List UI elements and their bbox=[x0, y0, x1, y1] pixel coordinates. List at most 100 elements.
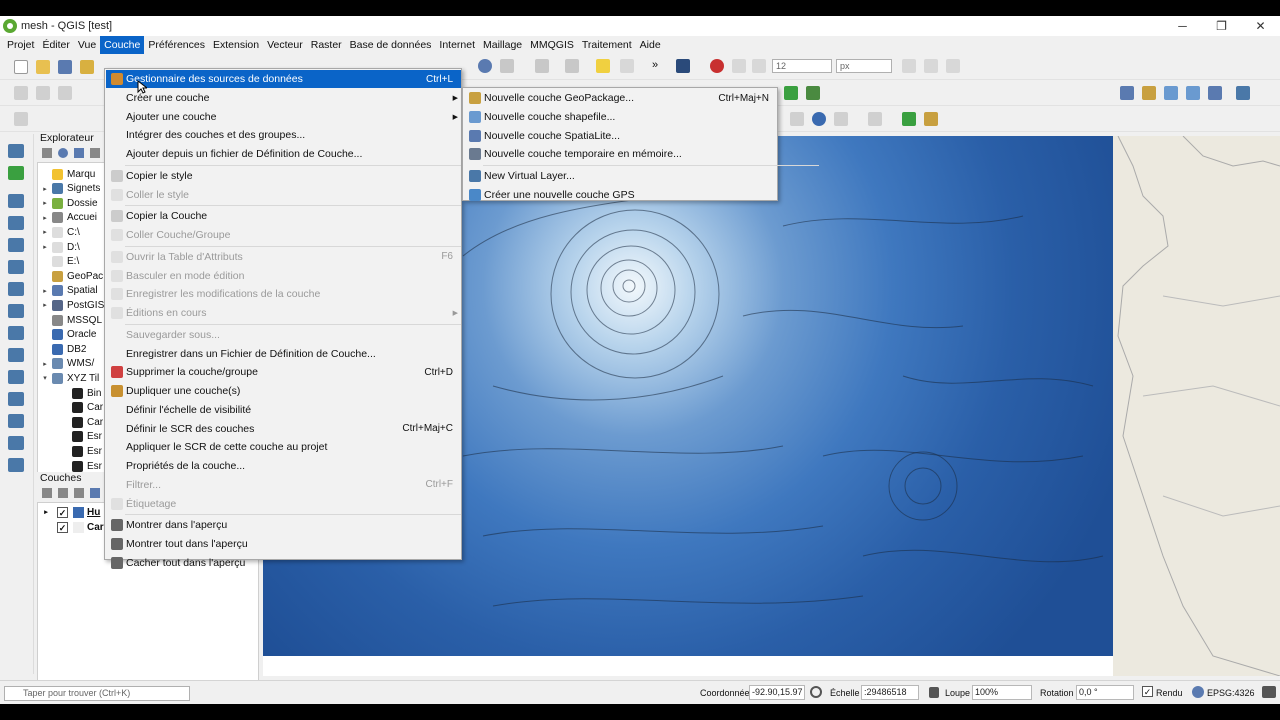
add-spatialite-icon[interactable] bbox=[8, 304, 24, 318]
unit-select[interactable]: px bbox=[836, 59, 892, 73]
menu-editer[interactable]: Éditer bbox=[38, 36, 73, 54]
add-group-icon[interactable] bbox=[58, 488, 68, 498]
add-wms-icon[interactable] bbox=[8, 370, 24, 384]
menu-raster[interactable]: Raster bbox=[307, 36, 346, 54]
save-project-icon[interactable] bbox=[58, 60, 72, 74]
collapse-icon[interactable] bbox=[90, 148, 100, 158]
attribute-table-icon[interactable] bbox=[620, 59, 634, 73]
expand-arrow-icon[interactable]: ▸ bbox=[40, 243, 50, 251]
coordinate-field[interactable]: -92.90,15.97 bbox=[749, 685, 805, 700]
identify-icon[interactable] bbox=[478, 59, 492, 73]
scale-field[interactable]: :29486518 bbox=[861, 685, 919, 700]
crs-button[interactable]: EPSG:4326 bbox=[1207, 688, 1255, 698]
tree-item[interactable]: E:\ bbox=[40, 255, 79, 269]
add-selected-icon[interactable] bbox=[42, 148, 52, 158]
digitize-icon[interactable] bbox=[710, 59, 724, 73]
measure-icon[interactable] bbox=[565, 59, 579, 73]
layer-filter-icon[interactable] bbox=[90, 488, 100, 498]
expand-arrow-icon[interactable]: ▸ bbox=[40, 360, 50, 368]
tree-item[interactable]: ▸ WMS/​ bbox=[40, 357, 94, 371]
menu-projet[interactable]: Projet bbox=[3, 36, 38, 54]
field-calc-icon[interactable] bbox=[596, 59, 610, 73]
tree-item[interactable]: Oracle bbox=[40, 328, 96, 342]
add-mssql-icon[interactable] bbox=[8, 348, 24, 362]
digitize-tool-icon[interactable] bbox=[14, 112, 28, 126]
label-tool-icon[interactable] bbox=[732, 59, 746, 73]
menu-item-gestionnaire-des-sources-de-donnees[interactable]: Gestionnaire des sources de données Ctrl+… bbox=[106, 70, 461, 88]
expand-arrow-icon[interactable]: ▸ bbox=[40, 228, 50, 236]
menu-item-nouvelle-couche-shapefile[interactable]: Nouvelle couche shapefile... bbox=[464, 108, 777, 126]
menu-preferences[interactable]: Préférences bbox=[144, 36, 209, 54]
menu-item-creer-une-nouvelle-couche-gps[interactable]: Créer une nouvelle couche GPS bbox=[464, 186, 777, 204]
add-wcs-icon[interactable] bbox=[8, 414, 24, 428]
maximize-button[interactable]: ❐ bbox=[1202, 16, 1241, 36]
expand-arrow-icon[interactable]: ▸ bbox=[40, 287, 50, 295]
vector-add-icon[interactable] bbox=[1164, 86, 1178, 100]
menu-item-nouvelle-couche-spatialite[interactable]: Nouvelle couche SpatiaLite... bbox=[464, 127, 777, 145]
tree-item[interactable]: Bin bbox=[60, 386, 101, 400]
menu-item-definir-le-scr-des-couches[interactable]: Définir le SCR des couches Ctrl+Maj+C bbox=[106, 420, 461, 438]
render-checkbox[interactable]: ✓ bbox=[1142, 686, 1153, 697]
menu-item-integrer-des-couches-et-des-groupes[interactable]: Intégrer des couches et des groupes... bbox=[106, 126, 461, 144]
menu-item-ajouter-depuis-un-fichier-de-definition-de-couche[interactable]: Ajouter depuis un fichier de Définition … bbox=[106, 145, 461, 163]
new-layer-icon[interactable] bbox=[8, 166, 24, 180]
menu-item-supprimer-la-couche-groupe[interactable]: Supprimer la couche/groupe Ctrl+D bbox=[106, 363, 461, 381]
save-edits-icon[interactable] bbox=[58, 86, 72, 100]
layer-visibility-checkbox[interactable]: ✓ bbox=[57, 521, 68, 533]
expand-arrow-icon[interactable]: ▸ bbox=[40, 199, 50, 207]
tree-item[interactable]: ▸ D:\ bbox=[40, 240, 80, 254]
close-button[interactable]: ✕ bbox=[1241, 16, 1280, 36]
python-console-icon[interactable] bbox=[676, 59, 690, 73]
tree-item[interactable]: Car bbox=[60, 415, 103, 429]
tree-item[interactable]: Esr bbox=[60, 459, 102, 473]
profile-icon[interactable] bbox=[868, 112, 882, 126]
lock-scale-icon[interactable] bbox=[929, 687, 939, 698]
add-csv-icon[interactable] bbox=[8, 260, 24, 274]
menu-internet[interactable]: Internet bbox=[435, 36, 479, 54]
tree-item[interactable]: GeoPac bbox=[40, 269, 103, 283]
add-geopackage-icon[interactable] bbox=[8, 282, 24, 296]
help-icon[interactable] bbox=[812, 112, 826, 126]
expand-arrow-icon[interactable]: ▸ bbox=[40, 214, 50, 222]
toggle-coordinate-icon[interactable] bbox=[810, 686, 822, 698]
plugin-tool-icon[interactable] bbox=[924, 112, 938, 126]
geopackage-add-icon[interactable] bbox=[1142, 86, 1156, 100]
add-raster-icon[interactable] bbox=[8, 216, 24, 230]
add-xyz-icon[interactable] bbox=[8, 436, 24, 450]
menu-item-new-virtual-layer[interactable]: New Virtual Layer... bbox=[464, 167, 777, 185]
tree-item[interactable]: ▸ PostGIS bbox=[40, 298, 104, 312]
menu-item-creer-une-couche[interactable]: Créer une couche ▶ bbox=[106, 89, 461, 107]
menu-item-dupliquer-une-couche-s[interactable]: Dupliquer une couche(s) bbox=[106, 382, 461, 400]
tree-item[interactable]: ▾ XYZ Til bbox=[40, 371, 99, 385]
edit-layer-icon[interactable] bbox=[36, 86, 50, 100]
wms-add-icon[interactable] bbox=[1120, 86, 1134, 100]
tree-item[interactable]: Esr bbox=[60, 430, 102, 444]
manage-map-themes-icon[interactable] bbox=[74, 488, 84, 498]
menu-item-enregistrer-dans-un-fichier-de-definition-de-couche[interactable]: Enregistrer dans un Fichier de Définitio… bbox=[106, 345, 461, 363]
tree-item[interactable]: ▸ Accuei bbox=[40, 211, 97, 225]
menu-mmqgis[interactable]: MMQGIS bbox=[526, 36, 578, 54]
virtual-layer-add-icon[interactable] bbox=[1186, 86, 1200, 100]
add-wfs-icon[interactable] bbox=[8, 392, 24, 406]
tree-item[interactable]: ▸ Signets bbox=[40, 182, 100, 196]
minimize-button[interactable]: ─ bbox=[1163, 16, 1202, 36]
menu-extension[interactable]: Extension bbox=[209, 36, 263, 54]
postgis-add-icon[interactable] bbox=[1208, 86, 1222, 100]
add-mesh-icon[interactable] bbox=[8, 238, 24, 252]
expand-arrow-icon[interactable]: ▸ bbox=[40, 508, 52, 516]
menu-maillage[interactable]: Maillage bbox=[479, 36, 526, 54]
deselect-icon[interactable] bbox=[535, 59, 549, 73]
edit-pencil-icon[interactable] bbox=[14, 86, 28, 100]
zoom-full-icon[interactable] bbox=[902, 112, 916, 126]
menu-vecteur[interactable]: Vecteur bbox=[263, 36, 307, 54]
refresh-icon[interactable] bbox=[58, 148, 68, 158]
menu-item-definir-l-echelle-de-visibilite[interactable]: Définir l'échelle de visibilité bbox=[106, 401, 461, 419]
layer-row[interactable]: ✓ Car bbox=[40, 520, 104, 534]
spatialite-add-icon[interactable] bbox=[1236, 86, 1250, 100]
tree-item[interactable]: Marqu bbox=[40, 167, 95, 181]
open-project-icon[interactable] bbox=[36, 60, 50, 74]
zoom-field[interactable]: 100% bbox=[972, 685, 1032, 700]
tree-item[interactable]: ▸ Dossie bbox=[40, 196, 98, 210]
expand-arrow-icon[interactable]: ▸ bbox=[40, 301, 50, 309]
new-project-icon[interactable] bbox=[14, 60, 28, 74]
